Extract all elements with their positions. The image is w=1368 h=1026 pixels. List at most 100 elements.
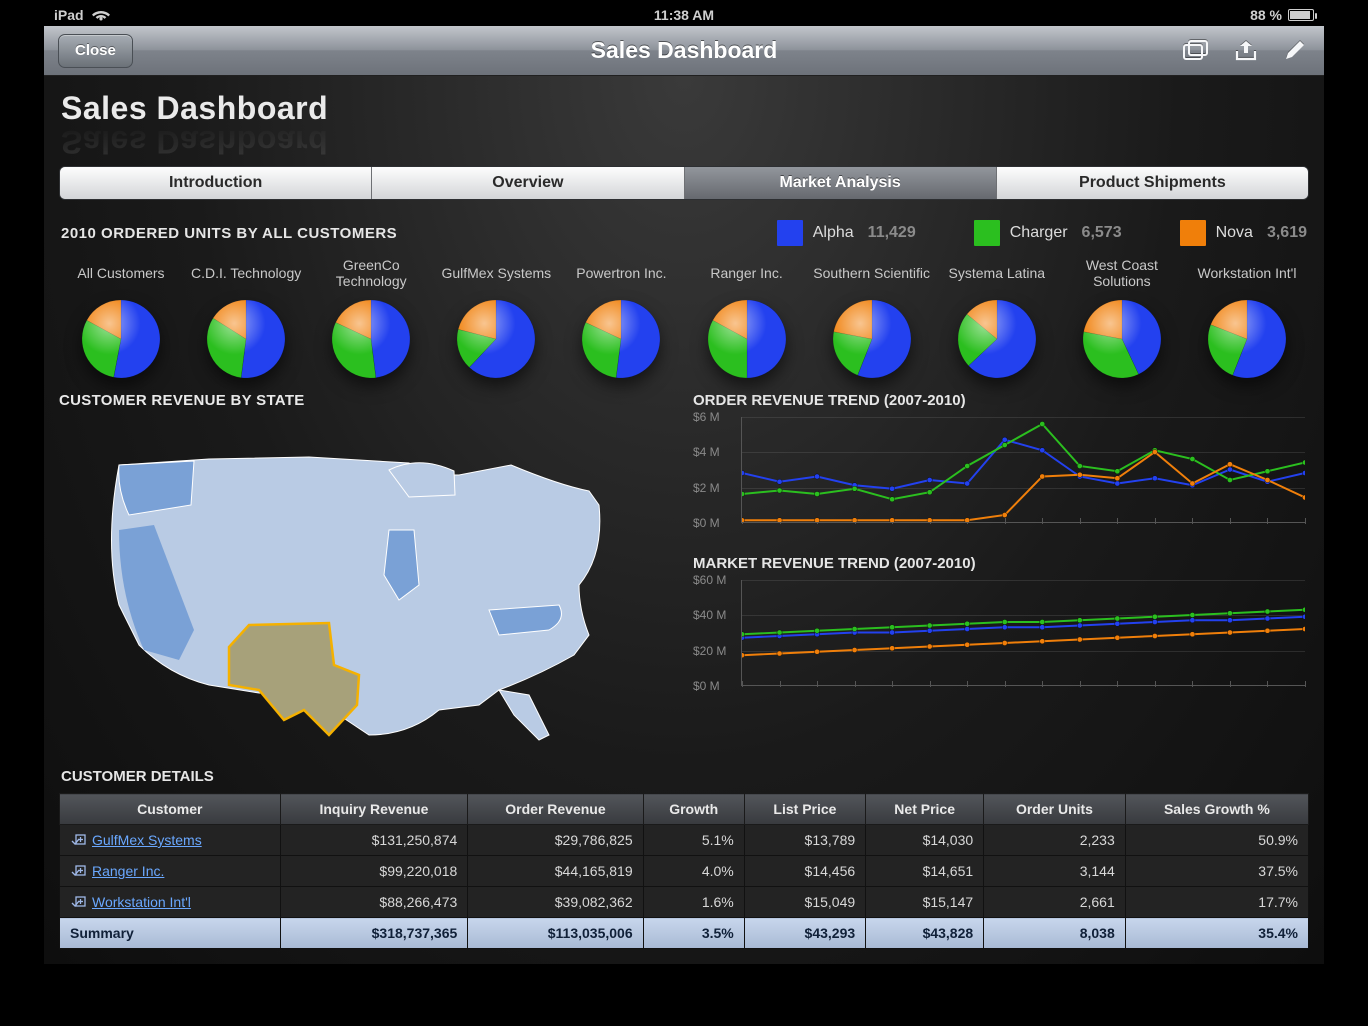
page-title-reflection: Sales Dashboard bbox=[61, 123, 1309, 160]
order-trend-chart[interactable]: ORDER REVENUE TREND (2007-2010) $0 M$2 M… bbox=[693, 392, 1309, 537]
cell-list: $14,456 bbox=[744, 856, 865, 887]
pie-row: All CustomersC.D.I. TechnologyGreenCo Te… bbox=[61, 256, 1307, 378]
tab-market-analysis[interactable]: Market Analysis bbox=[685, 167, 997, 199]
customer-link-cell[interactable]: GulfMex Systems bbox=[60, 825, 281, 856]
tab-overview[interactable]: Overview bbox=[372, 167, 684, 199]
col-customer[interactable]: Customer bbox=[60, 794, 281, 825]
table-row: GulfMex Systems $131,250,874$29,786,8255.… bbox=[60, 825, 1309, 856]
pie-ranger-inc-[interactable]: Ranger Inc. bbox=[687, 256, 807, 378]
cell-net: $14,030 bbox=[866, 825, 984, 856]
pie-c-d-i-technology[interactable]: C.D.I. Technology bbox=[186, 256, 306, 378]
status-bar: iPad 11:38 AM 88 % bbox=[44, 4, 1324, 26]
windows-icon[interactable] bbox=[1182, 39, 1210, 63]
pie-chart-icon bbox=[833, 300, 911, 378]
swatch-alpha bbox=[777, 220, 803, 246]
pie-label: West Coast Solutions bbox=[1062, 256, 1182, 290]
cell-sg: 17.7% bbox=[1125, 887, 1308, 918]
customer-link[interactable]: Workstation Int'l bbox=[92, 894, 191, 910]
market-trend-chart[interactable]: MARKET REVENUE TREND (2007-2010) $0 M $20… bbox=[693, 555, 1309, 700]
y-tick-label: $0 M bbox=[693, 679, 720, 693]
summary-sg: 35.4% bbox=[1125, 918, 1308, 949]
pie-powertron-inc-[interactable]: Powertron Inc. bbox=[561, 256, 681, 378]
pie-southern-scientific[interactable]: Southern Scientific bbox=[812, 256, 932, 378]
summary-label: Summary bbox=[60, 918, 281, 949]
customer-details-table: CustomerInquiry RevenueOrder RevenueGrow… bbox=[59, 793, 1309, 949]
ordered-units-title: 2010 ORDERED UNITS BY ALL CUSTOMERS bbox=[61, 225, 397, 242]
y-tick-label: $6 M bbox=[693, 410, 720, 424]
legend-nova-value: 3,619 bbox=[1267, 224, 1307, 242]
summary-row: Summary$318,737,365$113,035,0063.5%$43,2… bbox=[60, 918, 1309, 949]
cell-units: 3,144 bbox=[984, 856, 1126, 887]
edit-icon[interactable] bbox=[1282, 39, 1310, 63]
cell-net: $14,651 bbox=[866, 856, 984, 887]
customer-link[interactable]: Ranger Inc. bbox=[92, 863, 164, 879]
pie-gulfmex-systems[interactable]: GulfMex Systems bbox=[436, 256, 556, 378]
legend: Alpha 11,429 Charger 6,573 Nova 3,619 bbox=[777, 220, 1307, 246]
col-net-price[interactable]: Net Price bbox=[866, 794, 984, 825]
legend-charger-name: Charger bbox=[1010, 224, 1068, 242]
pie-label: Workstation Int'l bbox=[1187, 256, 1307, 290]
legend-nova: Nova 3,619 bbox=[1180, 220, 1307, 246]
pie-label: Powertron Inc. bbox=[561, 256, 681, 290]
cell-growth: 4.0% bbox=[643, 856, 744, 887]
toolbar-title: Sales Dashboard bbox=[591, 37, 778, 64]
cell-list: $13,789 bbox=[744, 825, 865, 856]
cell-order: $39,082,362 bbox=[468, 887, 643, 918]
close-button[interactable]: Close bbox=[58, 34, 133, 68]
col-order-units[interactable]: Order Units bbox=[984, 794, 1126, 825]
col-inquiry-revenue[interactable]: Inquiry Revenue bbox=[280, 794, 468, 825]
pie-label: Ranger Inc. bbox=[687, 256, 807, 290]
summary-growth: 3.5% bbox=[643, 918, 744, 949]
pie-all-customers[interactable]: All Customers bbox=[61, 256, 181, 378]
table-row: Ranger Inc.$99,220,018$44,165,8194.0%$14… bbox=[60, 856, 1309, 887]
customer-link-cell[interactable]: Ranger Inc. bbox=[60, 856, 281, 887]
col-sales-growth-[interactable]: Sales Growth % bbox=[1125, 794, 1308, 825]
legend-alpha-name: Alpha bbox=[813, 224, 854, 242]
cell-growth: 1.6% bbox=[643, 887, 744, 918]
pie-chart-icon bbox=[207, 300, 285, 378]
order-trend-title: ORDER REVENUE TREND (2007-2010) bbox=[693, 392, 1309, 409]
pie-greenco-technology[interactable]: GreenCo Technology bbox=[311, 256, 431, 378]
legend-alpha-value: 11,429 bbox=[868, 224, 916, 242]
tab-product-shipments[interactable]: Product Shipments bbox=[997, 167, 1308, 199]
legend-charger: Charger 6,573 bbox=[974, 220, 1122, 246]
y-tick-label: $60 M bbox=[693, 573, 726, 587]
device-label: iPad bbox=[54, 7, 84, 23]
summary-list: $43,293 bbox=[744, 918, 865, 949]
table-row: Workstation Int'l$88,266,473$39,082,3621… bbox=[60, 887, 1309, 918]
cell-order: $29,786,825 bbox=[468, 825, 643, 856]
pie-label: C.D.I. Technology bbox=[186, 256, 306, 290]
revenue-by-state-title: CUSTOMER REVENUE BY STATE bbox=[59, 392, 673, 409]
y-tick-label: $0 M bbox=[693, 516, 720, 530]
battery-icon bbox=[1288, 9, 1314, 21]
legend-charger-value: 6,573 bbox=[1082, 224, 1122, 242]
pie-west-coast-solutions[interactable]: West Coast Solutions bbox=[1062, 256, 1182, 378]
pie-chart-icon bbox=[582, 300, 660, 378]
cell-units: 2,661 bbox=[984, 887, 1126, 918]
summary-units: 8,038 bbox=[984, 918, 1126, 949]
customer-link[interactable]: GulfMex Systems bbox=[92, 832, 202, 848]
table-header-row: CustomerInquiry RevenueOrder RevenueGrow… bbox=[60, 794, 1309, 825]
col-list-price[interactable]: List Price bbox=[744, 794, 865, 825]
col-growth[interactable]: Growth bbox=[643, 794, 744, 825]
col-order-revenue[interactable]: Order Revenue bbox=[468, 794, 643, 825]
pie-label: GreenCo Technology bbox=[311, 256, 431, 290]
cell-list: $15,049 bbox=[744, 887, 865, 918]
y-tick-label: $20 M bbox=[693, 644, 726, 658]
swatch-charger bbox=[974, 220, 1000, 246]
swatch-nova bbox=[1180, 220, 1206, 246]
share-icon[interactable] bbox=[1232, 39, 1260, 63]
cell-inquiry: $131,250,874 bbox=[280, 825, 468, 856]
pie-systema-latina[interactable]: Systema Latina bbox=[937, 256, 1057, 378]
customer-link-cell[interactable]: Workstation Int'l bbox=[60, 887, 281, 918]
us-map[interactable] bbox=[59, 435, 619, 745]
legend-nova-name: Nova bbox=[1216, 224, 1253, 242]
tab-introduction[interactable]: Introduction bbox=[60, 167, 372, 199]
summary-order: $113,035,006 bbox=[468, 918, 643, 949]
pie-workstation-int-l[interactable]: Workstation Int'l bbox=[1187, 256, 1307, 378]
pie-label: Systema Latina bbox=[937, 256, 1057, 290]
market-trend-title: MARKET REVENUE TREND (2007-2010) bbox=[693, 555, 1309, 572]
summary-net: $43,828 bbox=[866, 918, 984, 949]
cell-growth: 5.1% bbox=[643, 825, 744, 856]
pie-label: All Customers bbox=[61, 256, 181, 290]
